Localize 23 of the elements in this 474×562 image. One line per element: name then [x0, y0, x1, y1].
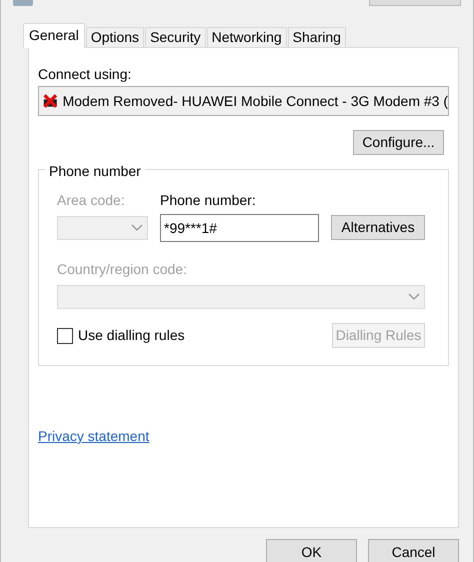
chevron-icon: [131, 224, 143, 232]
tab[interactable]: General: [23, 23, 85, 48]
phone-number-label: Phone number:: [160, 192, 257, 209]
privacy-statement-link[interactable]: Privacy statement: [38, 428, 150, 444]
removed-modem-icon: [43, 93, 58, 109]
configure-button[interactable]: Configure...: [353, 130, 444, 155]
area-code-dropdown[interactable]: [57, 216, 148, 240]
connect-using-label: Connect using:: [38, 66, 132, 83]
tab[interactable]: Options: [86, 27, 144, 47]
cancel-button[interactable]: Cancel: [368, 539, 459, 562]
alternatives-button[interactable]: Alternatives: [331, 215, 425, 240]
country-code-dropdown[interactable]: [57, 285, 425, 309]
tab[interactable]: Sharing: [288, 27, 346, 47]
tab[interactable]: Networking: [206, 27, 287, 47]
ok-button[interactable]: OK: [266, 539, 357, 562]
area-code-label: Area code:: [57, 192, 126, 209]
checkbox[interactable]: [57, 328, 73, 344]
use-dialling-rules-label: Use dialling rules: [78, 327, 185, 344]
chevron-icon: [408, 293, 420, 301]
device-field: Modem Removed- HUAWEI Mobile Connect - 3G Modem #3 (: [38, 86, 449, 116]
country-code-label: Country/region code:: [57, 261, 188, 278]
tab[interactable]: Security: [145, 27, 206, 47]
phone-number-field[interactable]: *99***1#: [160, 214, 319, 242]
